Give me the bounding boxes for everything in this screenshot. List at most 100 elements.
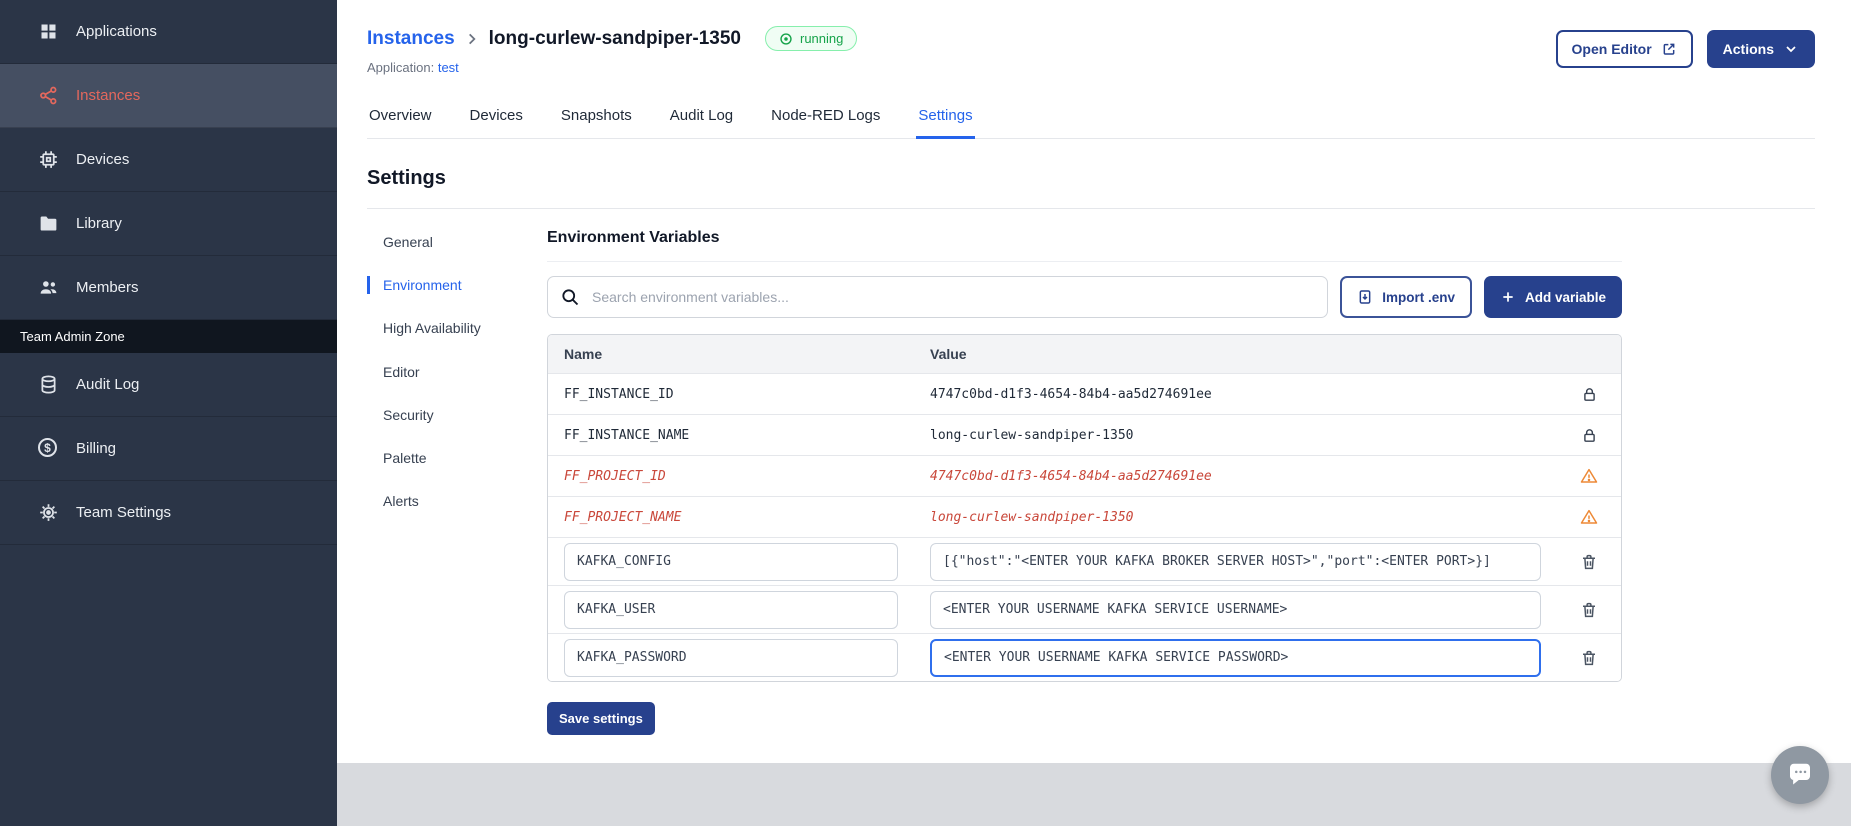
settings-divider (367, 208, 1815, 209)
table-row (548, 585, 1621, 633)
audit-log-icon (38, 374, 59, 395)
save-settings-button[interactable]: Save settings (547, 702, 655, 735)
sidebar-item-label: Applications (76, 23, 157, 40)
lock-icon (1581, 427, 1598, 444)
trash-icon (1583, 602, 1595, 617)
plus-icon (1500, 289, 1516, 305)
search-icon (560, 287, 580, 307)
trash-icon (1583, 650, 1595, 665)
application-line: Application: test (367, 60, 459, 75)
sidebar-item-audit-log[interactable]: Audit Log (0, 353, 337, 417)
external-link-icon (1661, 41, 1677, 57)
env-var-value: long-curlew-sandpiper-1350 (930, 509, 1134, 525)
table-header-row: Name Value (548, 335, 1621, 373)
applications-icon (38, 21, 59, 42)
env-var-name: FF_PROJECT_NAME (564, 509, 682, 525)
environment-variables-title: Environment Variables (547, 229, 1622, 262)
subnav-high-availability[interactable]: High Availability (367, 319, 497, 337)
devices-icon (38, 149, 59, 170)
subnav-general[interactable]: General (367, 233, 497, 251)
add-variable-button[interactable]: Add variable (1483, 276, 1622, 318)
breadcrumb-instances-link[interactable]: Instances (367, 28, 455, 50)
chat-icon (1790, 763, 1810, 785)
tab-settings[interactable]: Settings (916, 101, 975, 139)
tab-devices[interactable]: Devices (468, 101, 525, 139)
content: Instances long-curlew-sandpiper-1350 run… (337, 0, 1851, 763)
environment-variables-table: Name Value FF_INSTANCE_ID 4747c0bd-d1f3-… (547, 334, 1622, 682)
delete-variable-button[interactable] (1578, 647, 1600, 669)
subnav-environment[interactable]: Environment (367, 276, 497, 295)
subnav-editor[interactable]: Editor (367, 363, 497, 381)
sidebar-item-label: Team Settings (76, 504, 172, 521)
env-var-value: 4747c0bd-d1f3-4654-84b4-aa5d274691ee (930, 386, 1212, 402)
subnav-security[interactable]: Security (367, 406, 497, 424)
open-editor-button[interactable]: Open Editor (1555, 30, 1693, 68)
trash-icon (1583, 554, 1595, 569)
actions-button[interactable]: Actions (1706, 30, 1815, 68)
env-var-name-input[interactable] (564, 542, 898, 581)
table-row: FF_PROJECT_ID 4747c0bd-d1f3-4654-84b4-aa… (548, 455, 1621, 496)
header-buttons: Open Editor Actions (1555, 30, 1815, 68)
main-area: Instances long-curlew-sandpiper-1350 run… (337, 0, 1851, 826)
sidebar: Applications Instances Devices Library M… (0, 0, 337, 826)
import-env-button[interactable]: Import .env (1340, 276, 1472, 318)
env-var-name-input[interactable] (564, 590, 898, 629)
table-row: FF_PROJECT_NAME long-curlew-sandpiper-13… (548, 496, 1621, 537)
status-badge: running (765, 26, 858, 51)
sidebar-item-library[interactable]: Library (0, 192, 337, 256)
delete-variable-button[interactable] (1578, 551, 1600, 573)
sidebar-item-label: Audit Log (76, 376, 140, 393)
env-var-name-input[interactable] (564, 638, 898, 677)
env-var-name: FF_PROJECT_ID (564, 468, 666, 484)
sidebar-item-members[interactable]: Members (0, 256, 337, 320)
library-icon (38, 213, 59, 234)
chat-widget-button[interactable] (1771, 746, 1829, 804)
instances-icon (38, 85, 59, 106)
team-admin-zone-label: Team Admin Zone (0, 320, 337, 353)
warning-icon (1580, 467, 1598, 485)
column-header-name: Name (564, 346, 603, 362)
tab-node-red-logs[interactable]: Node-RED Logs (769, 101, 882, 139)
column-header-value: Value (930, 346, 967, 362)
delete-variable-button[interactable] (1578, 599, 1600, 621)
members-icon (38, 277, 59, 298)
table-row: FF_INSTANCE_ID 4747c0bd-d1f3-4654-84b4-a… (548, 373, 1621, 414)
subnav-palette[interactable]: Palette (367, 449, 497, 467)
sidebar-item-label: Billing (76, 440, 117, 457)
sidebar-item-billing[interactable]: $ Billing (0, 417, 337, 481)
application-link[interactable]: test (438, 60, 459, 75)
environment-panel: Environment Variables Import .env (547, 229, 1622, 735)
table-row (548, 537, 1621, 585)
env-var-value-input[interactable] (930, 542, 1541, 581)
tab-overview[interactable]: Overview (367, 101, 434, 139)
tab-audit-log[interactable]: Audit Log (668, 101, 735, 139)
instance-name: long-curlew-sandpiper-1350 (488, 27, 741, 49)
env-var-value-input[interactable] (930, 638, 1541, 677)
settings-subnav: General Environment High Availability Ed… (367, 229, 535, 735)
env-var-name: FF_INSTANCE_ID (564, 386, 674, 402)
sidebar-item-instances[interactable]: Instances (0, 64, 337, 128)
running-status-icon (779, 32, 793, 46)
sidebar-item-applications[interactable]: Applications (0, 0, 337, 64)
env-var-value: 4747c0bd-d1f3-4654-84b4-aa5d274691ee (930, 468, 1212, 484)
search-wrapper (547, 276, 1329, 318)
instance-tabs: Overview Devices Snapshots Audit Log Nod… (367, 101, 1815, 139)
breadcrumb: Instances long-curlew-sandpiper-1350 run… (367, 26, 858, 51)
chevron-right-icon (465, 32, 479, 46)
settings-title: Settings (367, 167, 446, 189)
tab-snapshots[interactable]: Snapshots (559, 101, 634, 139)
search-input[interactable] (547, 276, 1329, 318)
env-var-value-input[interactable] (930, 590, 1541, 629)
subnav-alerts[interactable]: Alerts (367, 492, 497, 510)
warning-icon (1580, 508, 1598, 526)
billing-icon: $ (38, 438, 59, 459)
table-row: FF_INSTANCE_NAME long-curlew-sandpiper-1… (548, 414, 1621, 455)
table-row (548, 633, 1621, 681)
sidebar-item-devices[interactable]: Devices (0, 128, 337, 192)
sidebar-item-label: Library (76, 215, 122, 232)
sidebar-item-label: Members (76, 279, 139, 296)
sidebar-item-team-settings[interactable]: Team Settings (0, 481, 337, 545)
sidebar-item-label: Devices (76, 151, 130, 168)
env-var-name: FF_INSTANCE_NAME (564, 427, 690, 443)
env-var-value: long-curlew-sandpiper-1350 (930, 427, 1134, 443)
